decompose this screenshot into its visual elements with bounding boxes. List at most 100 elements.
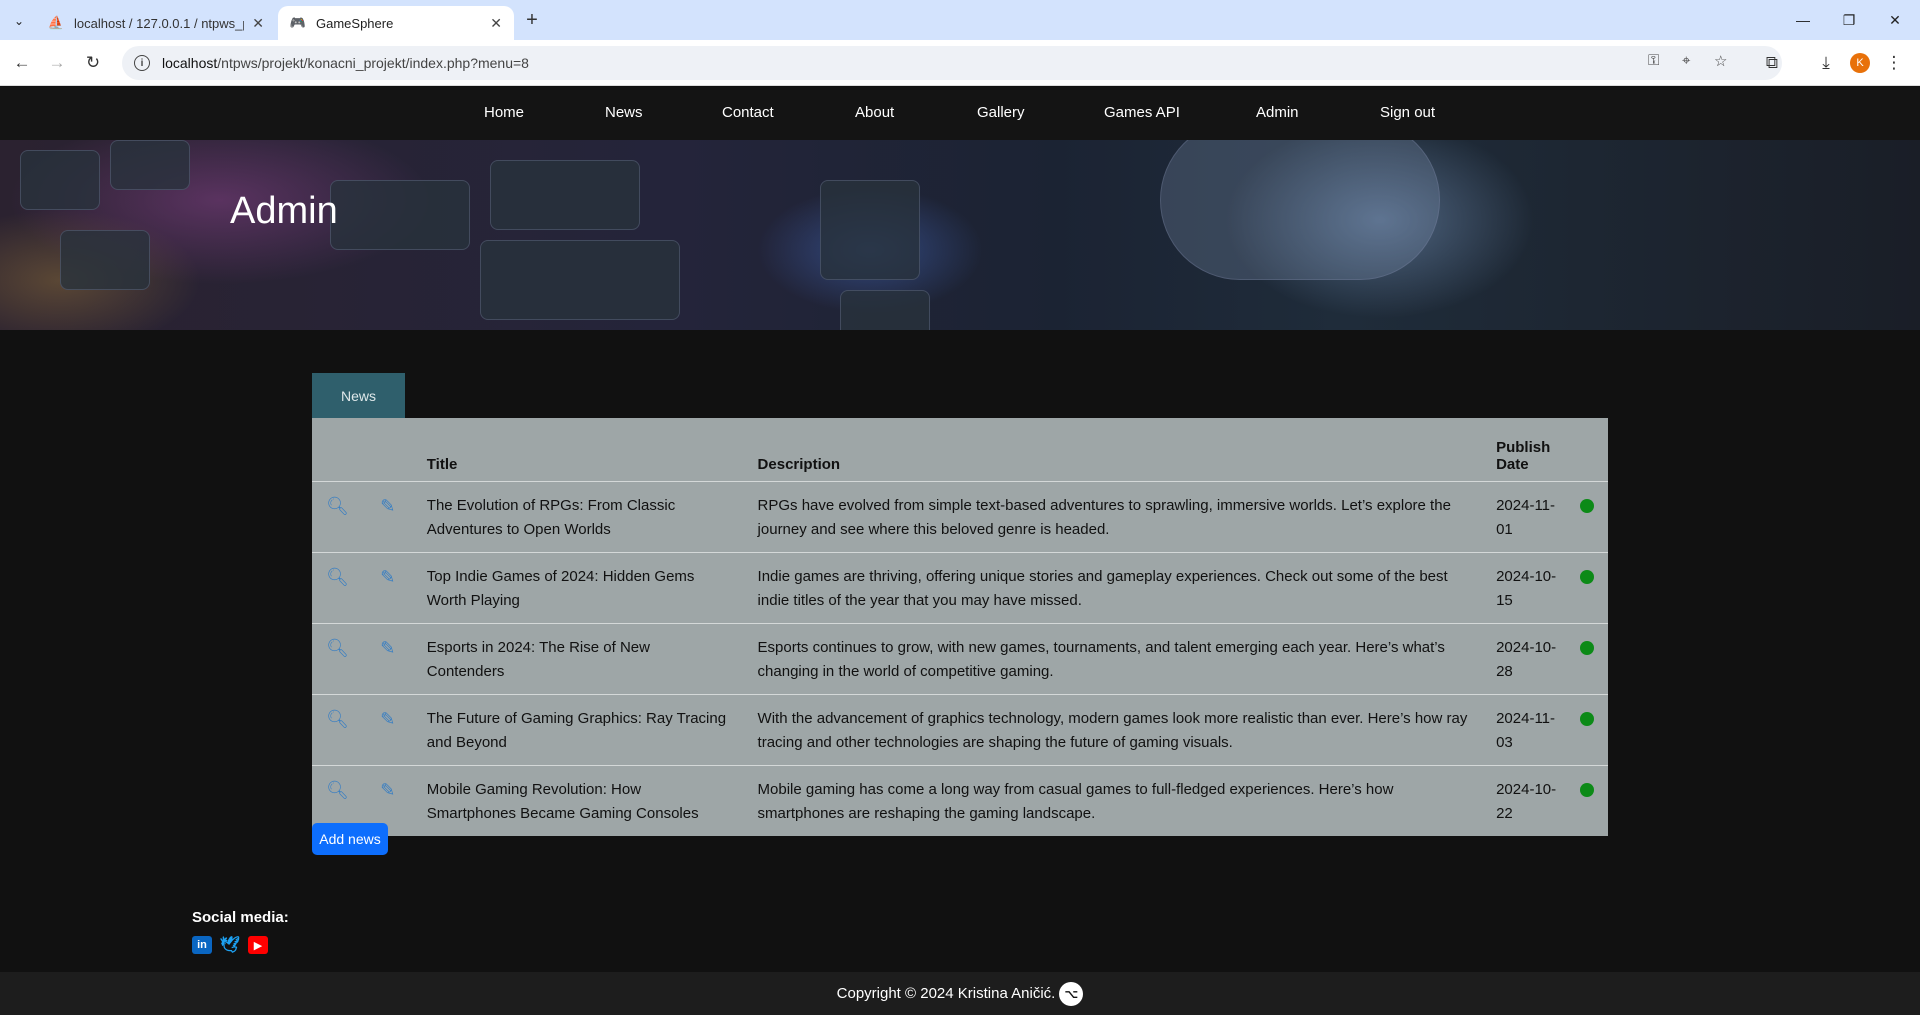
tab-news[interactable]: News [312,373,405,418]
close-icon[interactable]: ✕ [490,15,502,32]
news-title: Esports in 2024: The Rise of New Contend… [412,622,744,694]
download-icon[interactable]: ⤓ [1812,49,1840,77]
window-close-button[interactable]: ✕ [1868,0,1920,40]
table-header-status [1566,418,1608,481]
menu-icon[interactable]: ⋮ [1880,49,1908,77]
news-description: RPGs have evolved from simple text-based… [743,480,1483,552]
news-date: 2024-11-01 [1482,480,1566,552]
close-icon[interactable]: ✕ [252,15,264,32]
table-header-title: Title [426,455,458,473]
news-title: Mobile Gaming Revolution: How Smartphone… [412,764,744,836]
site-info-icon[interactable]: i [134,55,150,71]
status-dot [1579,498,1594,513]
status-dot [1579,711,1594,726]
nav-about[interactable]: About [855,104,894,121]
status-cell [1565,551,1608,623]
status-dot [1579,782,1594,797]
add-news-button[interactable]: Add news [312,823,388,855]
news-description: Esports continues to grow, with new game… [743,622,1483,694]
search-icon[interactable]: 🔍︎ [312,693,363,765]
search-icon[interactable]: 🔍︎ [312,622,363,694]
browser-toolbar: ← → ↻ i localhost/ntpws/projekt/konacni_… [0,40,1920,86]
hero-keycap [20,150,100,210]
status-cell [1565,764,1608,836]
news-title: Top Indie Games of 2024: Hidden Gems Wor… [412,551,744,623]
tab-search-button[interactable]: ⌄ [6,8,32,34]
table-row: 🔍︎ ✎ The Future of Gaming Graphics: Ray … [312,693,1608,765]
news-description: Mobile gaming has come a long way from c… [743,764,1483,836]
star-icon[interactable]: ☆ [1714,52,1727,70]
key-icon[interactable]: ⚿ [1648,52,1659,69]
gamepad-icon: 🎮 [289,15,307,30]
youtube-icon[interactable]: ▶ [248,936,268,954]
news-description: Indie games are thriving, offering uniqu… [743,551,1483,623]
edit-icon[interactable]: ✎ [362,622,413,694]
admin-tabs: News [312,373,405,418]
social-media: Social media: in 🕊︎ ▶ [192,909,289,954]
hero-keycap [110,140,190,190]
nav-games-api[interactable]: Games API [1104,104,1180,121]
url-text: localhost/ntpws/projekt/konacni_projekt/… [162,55,529,71]
table-row: 🔍︎ ✎ Esports in 2024: The Rise of New Co… [312,622,1608,694]
edit-icon[interactable]: ✎ [362,551,413,623]
hero-keycap [480,240,680,320]
edit-icon[interactable]: ✎ [362,480,413,552]
table-header-view [312,418,363,481]
social-label: Social media: [192,909,289,926]
nav-gallery[interactable]: Gallery [977,104,1025,121]
reload-button[interactable]: ↻ [79,49,107,77]
news-title: The Evolution of RPGs: From Classic Adve… [412,480,744,552]
table-header-description: Description [757,455,841,473]
site-navigation: Home News Contact About Gallery Games AP… [0,87,1920,140]
hero-keycap [330,180,470,250]
chevron-down-icon: ⌄ [13,14,25,28]
profile-avatar[interactable]: K [1850,53,1870,73]
search-icon[interactable]: 🔍︎ [312,551,363,623]
news-table: Title Description Publish Date 🔍︎ ✎ The … [312,418,1608,836]
status-cell [1565,480,1608,552]
address-bar[interactable]: i localhost/ntpws/projekt/konacni_projek… [122,46,1782,80]
table-header-publish-date: Publish Date [1496,438,1551,473]
search-icon[interactable]: 🔍︎ [312,480,363,552]
github-icon[interactable]: ⌥ [1059,981,1084,1006]
table-header-edit [363,418,413,481]
nav-contact[interactable]: Contact [722,104,774,121]
page-title: Admin [230,190,338,232]
back-button[interactable]: ← [8,49,36,77]
news-date: 2024-10-22 [1482,764,1566,836]
extensions-icon[interactable]: ⧉ [1758,49,1786,77]
status-cell [1565,622,1608,694]
footer: Copyright © 2024 Kristina Aničić. ⌥ [0,972,1920,1015]
news-description: With the advancement of graphics technol… [743,693,1483,765]
table-row: 🔍︎ ✎ Top Indie Games of 2024: Hidden Gem… [312,551,1608,623]
nav-news[interactable]: News [605,104,643,121]
hero-gamepad [1160,140,1440,280]
status-cell [1565,693,1608,765]
new-tab-button[interactable]: + [520,8,544,32]
table-header-row: Title Description Publish Date [312,418,1608,481]
nav-sign-out[interactable]: Sign out [1380,104,1435,121]
tab-title: localhost / 127.0.0.1 / ntpws_pr [74,15,245,31]
hero-keycap [840,290,930,330]
forward-button[interactable]: → [43,49,71,77]
edit-icon[interactable]: ✎ [362,693,413,765]
nav-home[interactable]: Home [484,104,524,121]
twitter-icon[interactable]: 🕊︎ [220,936,240,954]
hero-banner: Admin [0,140,1920,330]
location-icon[interactable]: ⌖ [1682,52,1690,69]
news-date: 2024-10-28 [1482,622,1566,694]
copyright-text: Copyright © 2024 Kristina Aničić. [836,985,1056,1002]
browser-tab-phpmyadmin[interactable]: ⛵ localhost / 127.0.0.1 / ntpws_pr ✕ [36,6,276,40]
browser-tab-bar: ⌄ ⛵ localhost / 127.0.0.1 / ntpws_pr ✕ 🎮… [0,0,1920,40]
news-title: The Future of Gaming Graphics: Ray Traci… [412,693,744,765]
nav-admin[interactable]: Admin [1256,104,1299,121]
status-dot [1579,640,1594,655]
linkedin-icon[interactable]: in [192,936,212,954]
tab-title: GameSphere [316,15,394,31]
table-row: 🔍︎ ✎ The Evolution of RPGs: From Classic… [312,480,1608,552]
browser-tab-gamesphere[interactable]: 🎮 GameSphere ✕ [278,6,514,40]
table-row: 🔍︎ ✎ Mobile Gaming Revolution: How Smart… [312,764,1608,836]
hero-keycap [490,160,640,230]
news-date: 2024-11-03 [1482,693,1566,765]
hero-keycap [60,230,150,290]
